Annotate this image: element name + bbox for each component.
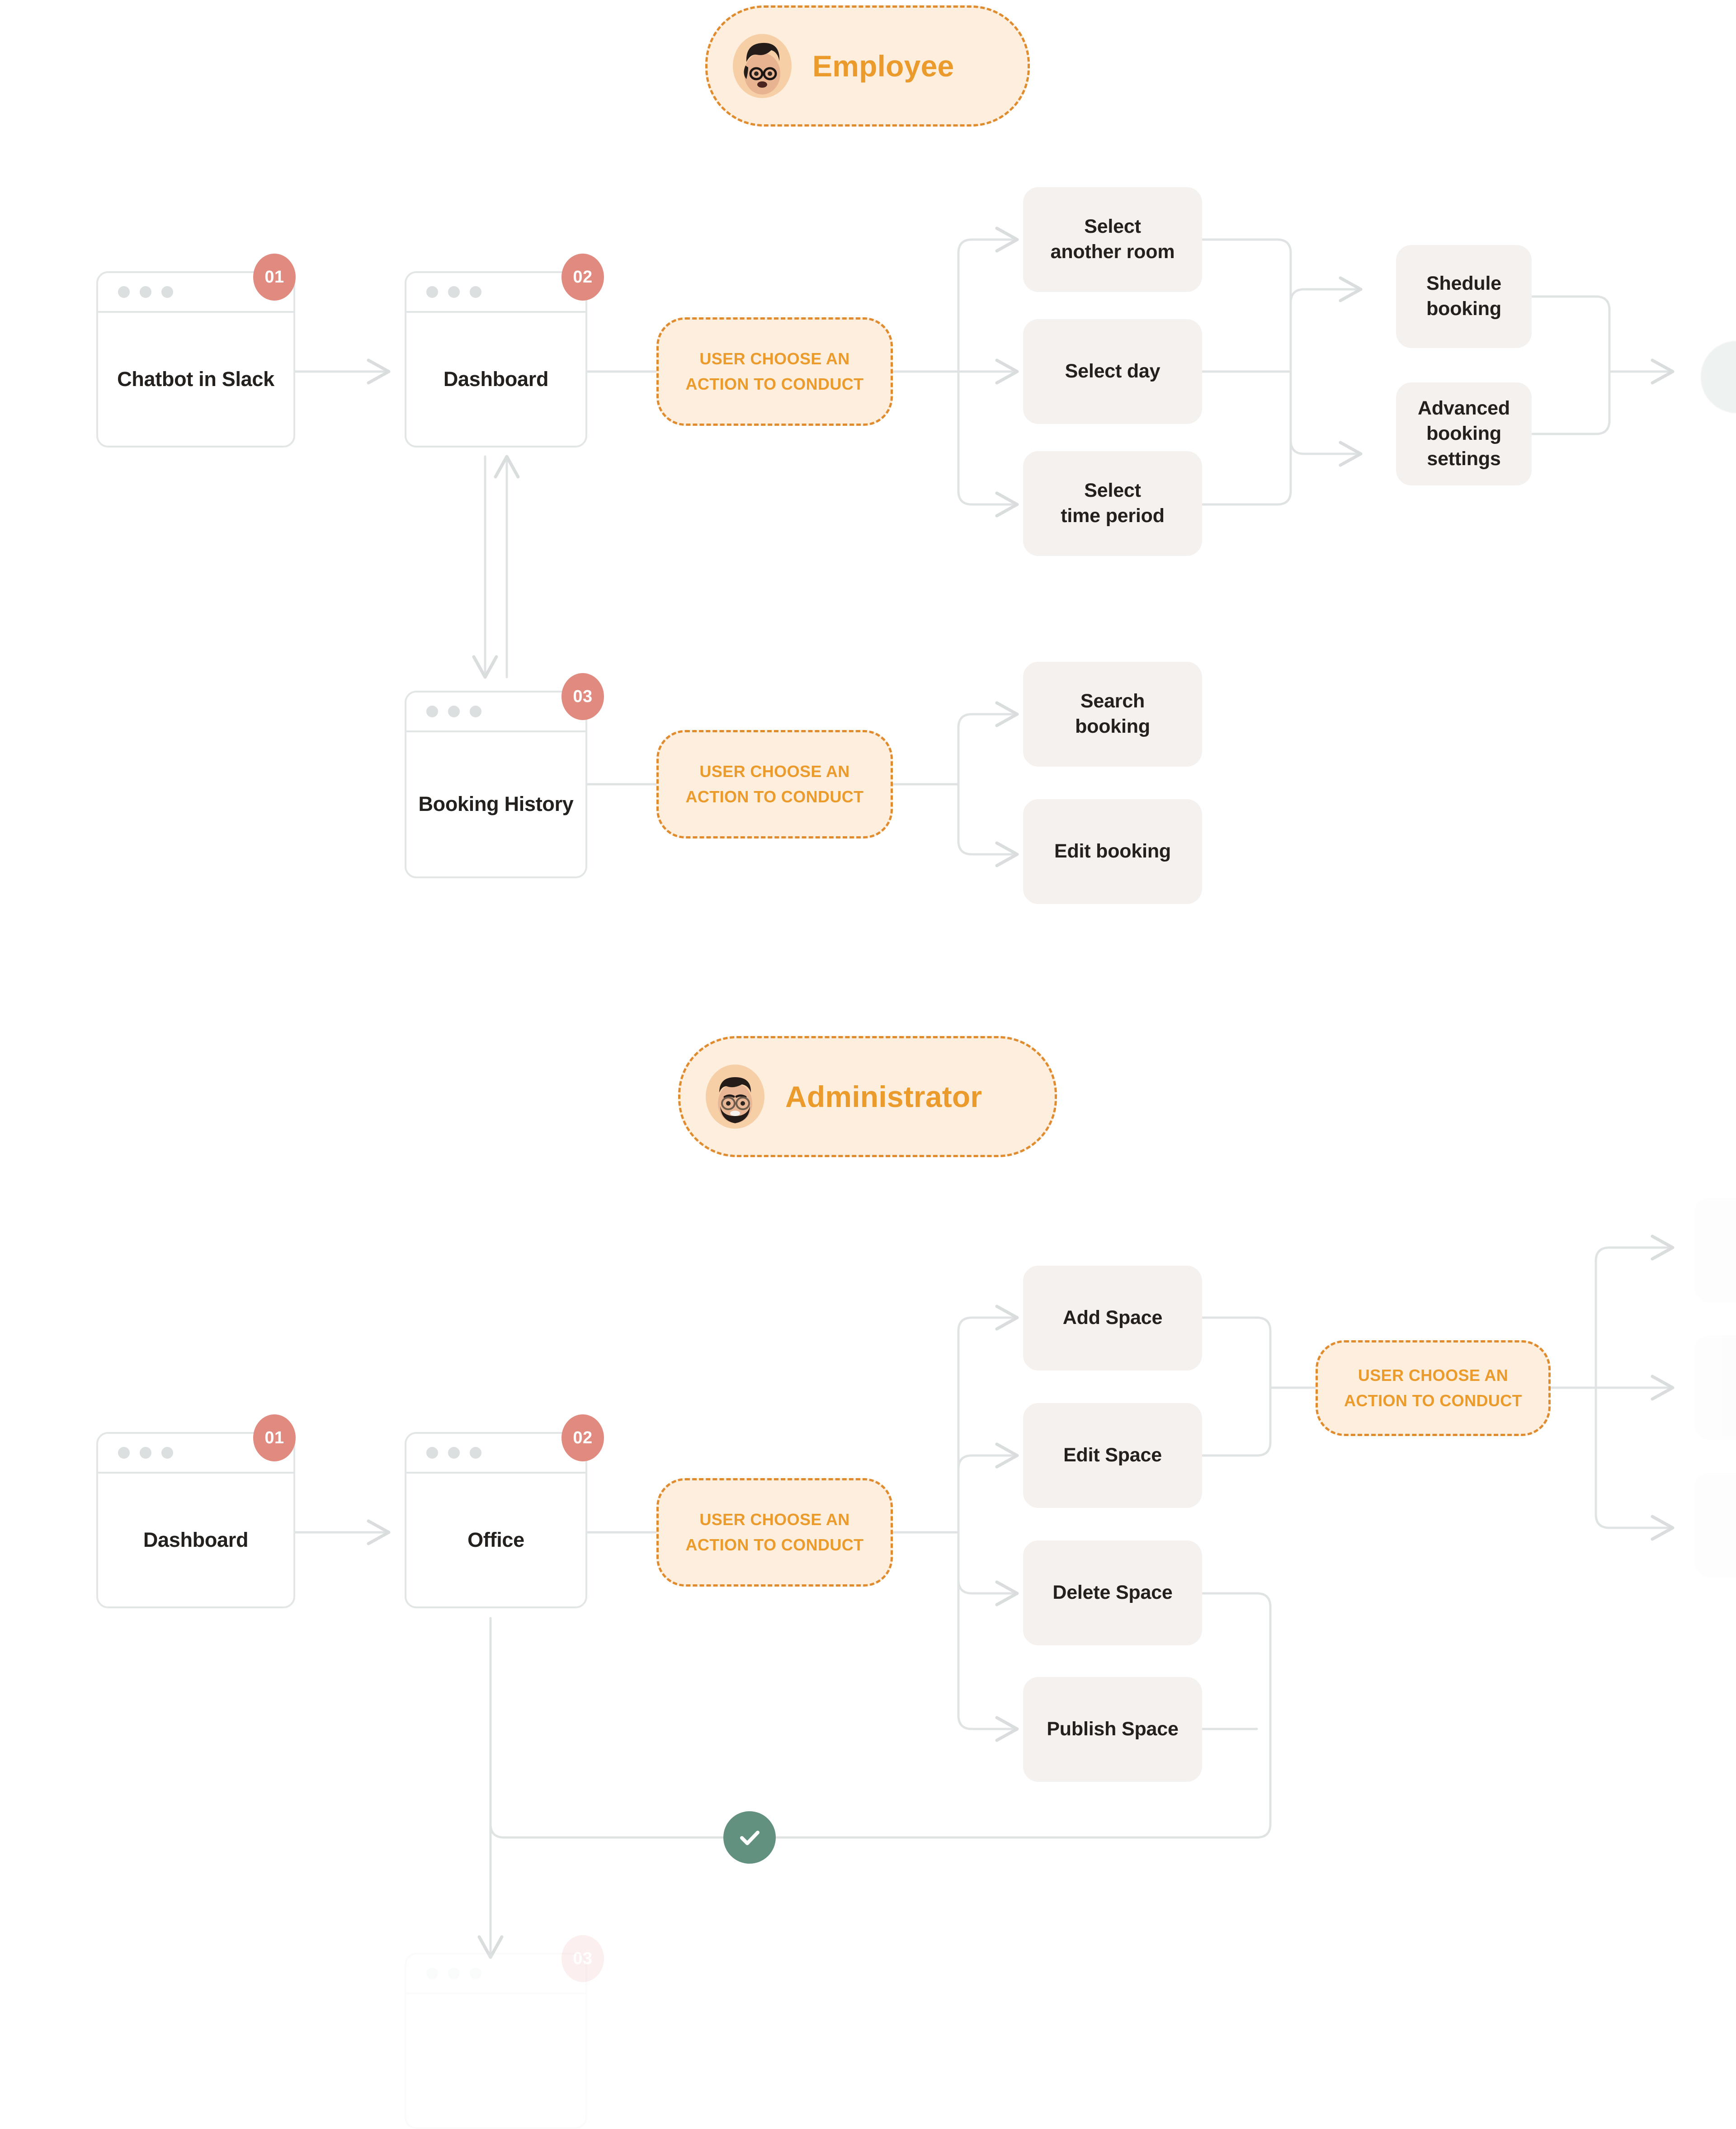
- role-label: Administrator: [785, 1080, 982, 1113]
- action-label: Add Space: [1062, 1307, 1163, 1329]
- step-badge: 02: [561, 1414, 604, 1461]
- window-dot-icon: [448, 286, 460, 298]
- screen-card-dashboard[interactable]: Dashboard: [405, 271, 587, 447]
- action-label: Edit booking: [1054, 840, 1171, 862]
- step-badge: 01: [253, 1414, 296, 1461]
- decision-node-admin-action-secondary: USER CHOOSE AN ACTION TO CONDUCT: [1316, 1340, 1551, 1436]
- screen-title: Dashboard: [443, 367, 549, 391]
- decision-label: USER CHOOSE AN ACTION TO CONDUCT: [685, 349, 864, 393]
- window-dot-icon: [118, 286, 130, 298]
- step-badge: 03: [561, 1935, 604, 1982]
- action-advanced-booking-settings[interactable]: Advanced booking settings: [1396, 382, 1532, 485]
- window-dot-icon: [140, 1447, 151, 1459]
- step-badge: 01: [253, 254, 296, 301]
- browser-chrome: [406, 1955, 585, 1994]
- browser-body: Office: [406, 1474, 585, 1606]
- action-label: Select another room: [1050, 216, 1175, 263]
- action-search-booking[interactable]: Search booking: [1023, 662, 1202, 767]
- action-label: Search booking: [1075, 690, 1150, 737]
- offscreen-node-blob: [1701, 341, 1736, 413]
- memoji-woman-glasses-avatar: [733, 34, 792, 98]
- action-add-space[interactable]: Add Space: [1023, 1266, 1202, 1371]
- offscreen-action-box[interactable]: [1694, 1473, 1736, 1578]
- offscreen-action-box[interactable]: M: [1694, 1335, 1736, 1440]
- screen-title: Chatbot in Slack: [117, 367, 274, 391]
- window-dot-icon: [426, 706, 438, 717]
- action-label: Select day: [1065, 360, 1160, 382]
- action-select-another-room[interactable]: Select another room: [1023, 187, 1202, 292]
- action-shedule-booking[interactable]: Shedule booking: [1396, 245, 1532, 348]
- decision-node-admin-action: USER CHOOSE AN ACTION TO CONDUCT: [656, 1478, 893, 1587]
- window-dot-icon: [448, 706, 460, 717]
- window-dot-icon: [448, 1968, 460, 1979]
- window-dot-icon: [161, 1447, 173, 1459]
- action-label: Publish Space: [1047, 1718, 1179, 1740]
- step-badge: 02: [561, 254, 604, 301]
- window-dot-icon: [118, 1447, 130, 1459]
- screen-title: Dashboard: [143, 1528, 249, 1551]
- window-dot-icon: [161, 286, 173, 298]
- browser-body: [406, 1994, 585, 2127]
- browser-body: Chatbot in Slack: [98, 313, 293, 446]
- browser-body: Booking History: [406, 732, 585, 876]
- decision-label: USER CHOOSE AN ACTION TO CONDUCT: [685, 762, 864, 806]
- window-dot-icon: [470, 706, 481, 717]
- browser-chrome: [406, 273, 585, 313]
- window-dot-icon: [470, 1447, 481, 1459]
- action-label: Select time period: [1061, 480, 1165, 527]
- screen-card-admin-step-03[interactable]: [405, 1953, 587, 2129]
- screen-title: Office: [467, 1528, 524, 1551]
- browser-body: Dashboard: [406, 313, 585, 446]
- window-dot-icon: [470, 286, 481, 298]
- window-dot-icon: [448, 1447, 460, 1459]
- browser-chrome: [406, 1434, 585, 1474]
- window-dot-icon: [140, 286, 151, 298]
- window-dot-icon: [426, 286, 438, 298]
- decision-label: USER CHOOSE AN ACTION TO CONDUCT: [1344, 1366, 1523, 1410]
- window-dot-icon: [470, 1968, 481, 1979]
- screen-card-office[interactable]: Office: [405, 1432, 587, 1608]
- action-publish-space[interactable]: Publish Space: [1023, 1677, 1202, 1782]
- browser-chrome: [406, 692, 585, 732]
- window-dot-icon: [426, 1968, 438, 1979]
- action-label: Delete Space: [1052, 1582, 1173, 1604]
- decision-node-history-action: USER CHOOSE AN ACTION TO CONDUCT: [656, 730, 893, 838]
- decision-node-employee-action: USER CHOOSE AN ACTION TO CONDUCT: [656, 317, 893, 426]
- role-label: Employee: [812, 49, 954, 83]
- screen-title: Booking History: [418, 792, 574, 816]
- role-badge-administrator: Administrator: [678, 1036, 1057, 1157]
- decision-label: USER CHOOSE AN ACTION TO CONDUCT: [685, 1510, 864, 1554]
- action-label: Edit Space: [1063, 1444, 1162, 1466]
- action-select-day[interactable]: Select day: [1023, 319, 1202, 424]
- action-label: Advanced booking settings: [1418, 397, 1510, 470]
- browser-body: Dashboard: [98, 1474, 293, 1606]
- flow-diagram-canvas: Employee Chatbot in Slack 01 Dashboard 0…: [0, 0, 1736, 2129]
- action-edit-space[interactable]: Edit Space: [1023, 1403, 1202, 1508]
- offscreen-action-box[interactable]: [1694, 1198, 1736, 1303]
- action-edit-booking[interactable]: Edit booking: [1023, 799, 1202, 904]
- action-label: Shedule booking: [1426, 273, 1501, 320]
- screen-card-booking-history[interactable]: Booking History: [405, 691, 587, 878]
- memoji-man-beard-glasses-avatar: [706, 1064, 764, 1129]
- check-circle-icon: [723, 1811, 776, 1864]
- role-badge-employee: Employee: [705, 5, 1030, 127]
- window-dot-icon: [426, 1447, 438, 1459]
- step-badge: 03: [561, 673, 604, 720]
- action-select-time-period[interactable]: Select time period: [1023, 451, 1202, 556]
- action-delete-space[interactable]: Delete Space: [1023, 1540, 1202, 1645]
